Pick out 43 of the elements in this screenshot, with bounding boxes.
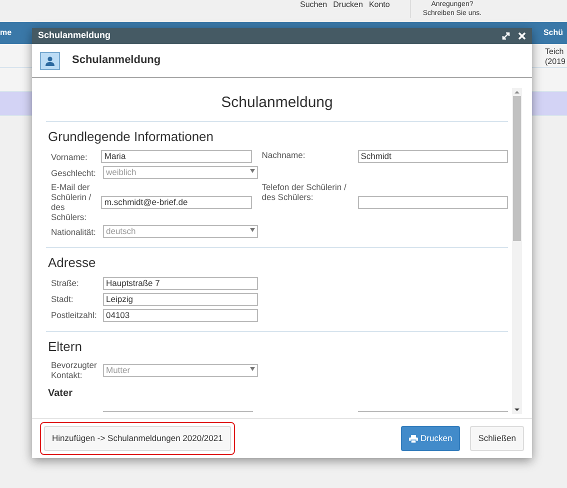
- input-field[interactable]: Maria: [101, 150, 252, 163]
- expand-icon[interactable]: [502, 32, 510, 40]
- field-label: Straße:: [51, 278, 80, 288]
- field-label: Bevorzugter Kontakt:: [51, 360, 98, 380]
- toolbar-item[interactable]: Drucken: [333, 0, 363, 9]
- window-title: Schulanmeldung: [38, 29, 111, 42]
- field-label: Stadt:: [51, 294, 74, 304]
- caret-icon: [250, 366, 255, 371]
- scroll-down-icon[interactable]: [512, 406, 522, 414]
- input-field[interactable]: Hauptstraße 7: [103, 276, 258, 290]
- input-field[interactable]: 04103: [103, 308, 258, 322]
- field-label: Nationalität:: [51, 226, 97, 236]
- field-label: E-Mail der Schülerin / des Schülers:: [51, 182, 92, 222]
- person-icon: [40, 52, 60, 70]
- field-label: Vorname:: [51, 152, 88, 162]
- input-field[interactable]: m.schmidt@e-brief.de: [101, 196, 252, 208]
- scrollbar-thumb[interactable]: [513, 96, 521, 241]
- subsection-heading: Vater: [48, 387, 74, 401]
- table-cell-text: Teich (2019: [545, 46, 566, 67]
- section-heading: Eltern: [48, 338, 83, 356]
- scrollbar[interactable]: [512, 88, 522, 414]
- column-header: me: [0, 27, 12, 39]
- section-heading: Grundlegende Informationen: [48, 128, 215, 146]
- form-title: Schulanmeldung: [46, 88, 508, 122]
- dialog-button[interactable]: Hinzufügen -> Schulanmeldungen 2020/2021: [44, 426, 231, 451]
- field-label: Telefon der Schülerin / des Schülers:: [262, 182, 348, 202]
- caret-icon: [250, 228, 255, 232]
- column-header: Schü: [543, 27, 563, 39]
- field-label: Nachname:: [262, 150, 306, 160]
- dialog-button[interactable]: Drucken: [400, 426, 460, 451]
- field-label: Geschlecht:: [51, 168, 97, 178]
- toolbar-item[interactable]: Suchen: [300, 0, 328, 9]
- input-field[interactable]: Schmidt: [358, 150, 508, 163]
- section-heading: Adresse: [48, 254, 97, 272]
- input-field[interactable]: Leipzig: [103, 292, 258, 306]
- field-label: Postleitzahl:: [51, 310, 98, 320]
- input-field[interactable]: [358, 196, 508, 208]
- printer-icon: [408, 434, 418, 442]
- toolbar-item[interactable]: Konto: [368, 0, 390, 9]
- dialog-heading: Schulanmeldung: [72, 53, 161, 68]
- close-icon[interactable]: [518, 32, 526, 40]
- dialog-button[interactable]: Schließen: [470, 426, 524, 451]
- caret-icon: [250, 169, 255, 174]
